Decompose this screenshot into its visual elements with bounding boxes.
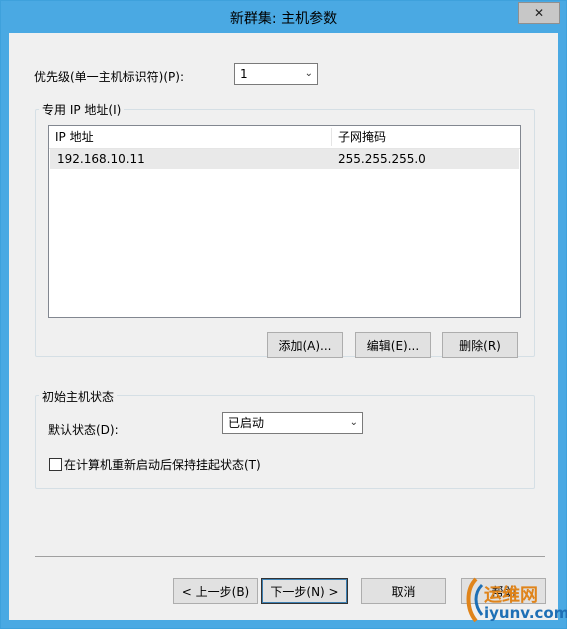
cancel-button[interactable]: 取消 [361, 578, 446, 604]
mask-cell: 255.255.255.0 [338, 152, 426, 166]
list-header: IP 地址 子网掩码 [49, 126, 520, 149]
ip-cell: 192.168.10.11 [57, 152, 145, 166]
chevron-down-icon: ⌄ [349, 417, 358, 428]
add-button[interactable]: 添加(A)... [267, 332, 343, 358]
next-button[interactable]: 下一步(N) > [261, 578, 348, 604]
edit-button[interactable]: 编辑(E)... [355, 332, 431, 358]
column-header-mask[interactable]: 子网掩码 [332, 126, 520, 148]
default-state-select[interactable]: 已启动 ⌄ [222, 412, 363, 434]
close-button[interactable]: ✕ [518, 2, 560, 24]
priority-value: 1 [240, 67, 248, 81]
priority-select[interactable]: 1 ⌄ [234, 63, 318, 85]
initial-state-group [35, 395, 535, 489]
close-icon: ✕ [533, 6, 545, 20]
title-bar: 新群集: 主机参数 ✕ [1, 1, 566, 33]
ip-address-list[interactable]: IP 地址 子网掩码 192.168.10.11 255.255.255.0 [48, 125, 521, 318]
footer-divider [35, 556, 545, 557]
retain-suspended-label[interactable]: 在计算机重新启动后保持挂起状态(T) [64, 456, 261, 473]
default-state-value: 已启动 [228, 416, 265, 430]
dialog-window: 新群集: 主机参数 ✕ 优先级(单一主机标识符)(P): 1 ⌄ 专用 IP 地… [0, 0, 567, 629]
table-row[interactable]: 192.168.10.11 255.255.255.0 [50, 149, 519, 169]
retain-suspended-checkbox[interactable] [49, 458, 62, 471]
column-header-ip[interactable]: IP 地址 [49, 126, 331, 148]
priority-label: 优先级(单一主机标识符)(P): [34, 70, 185, 84]
remove-button[interactable]: 删除(R) [442, 332, 518, 358]
watermark-domain: iyunv.com [484, 604, 567, 622]
back-button[interactable]: < 上一步(B) [173, 578, 258, 604]
default-state-label: 默认状态(D): [48, 423, 119, 437]
watermark: 运维网 iyunv.com [462, 575, 567, 627]
ip-group-title: 专用 IP 地址(I) [39, 101, 125, 118]
dialog-body: 优先级(单一主机标识符)(P): 1 ⌄ 专用 IP 地址(I) IP 地址 子… [9, 33, 558, 620]
state-group-title: 初始主机状态 [39, 388, 118, 405]
window-title: 新群集: 主机参数 [229, 11, 338, 27]
chevron-down-icon: ⌄ [304, 68, 313, 79]
